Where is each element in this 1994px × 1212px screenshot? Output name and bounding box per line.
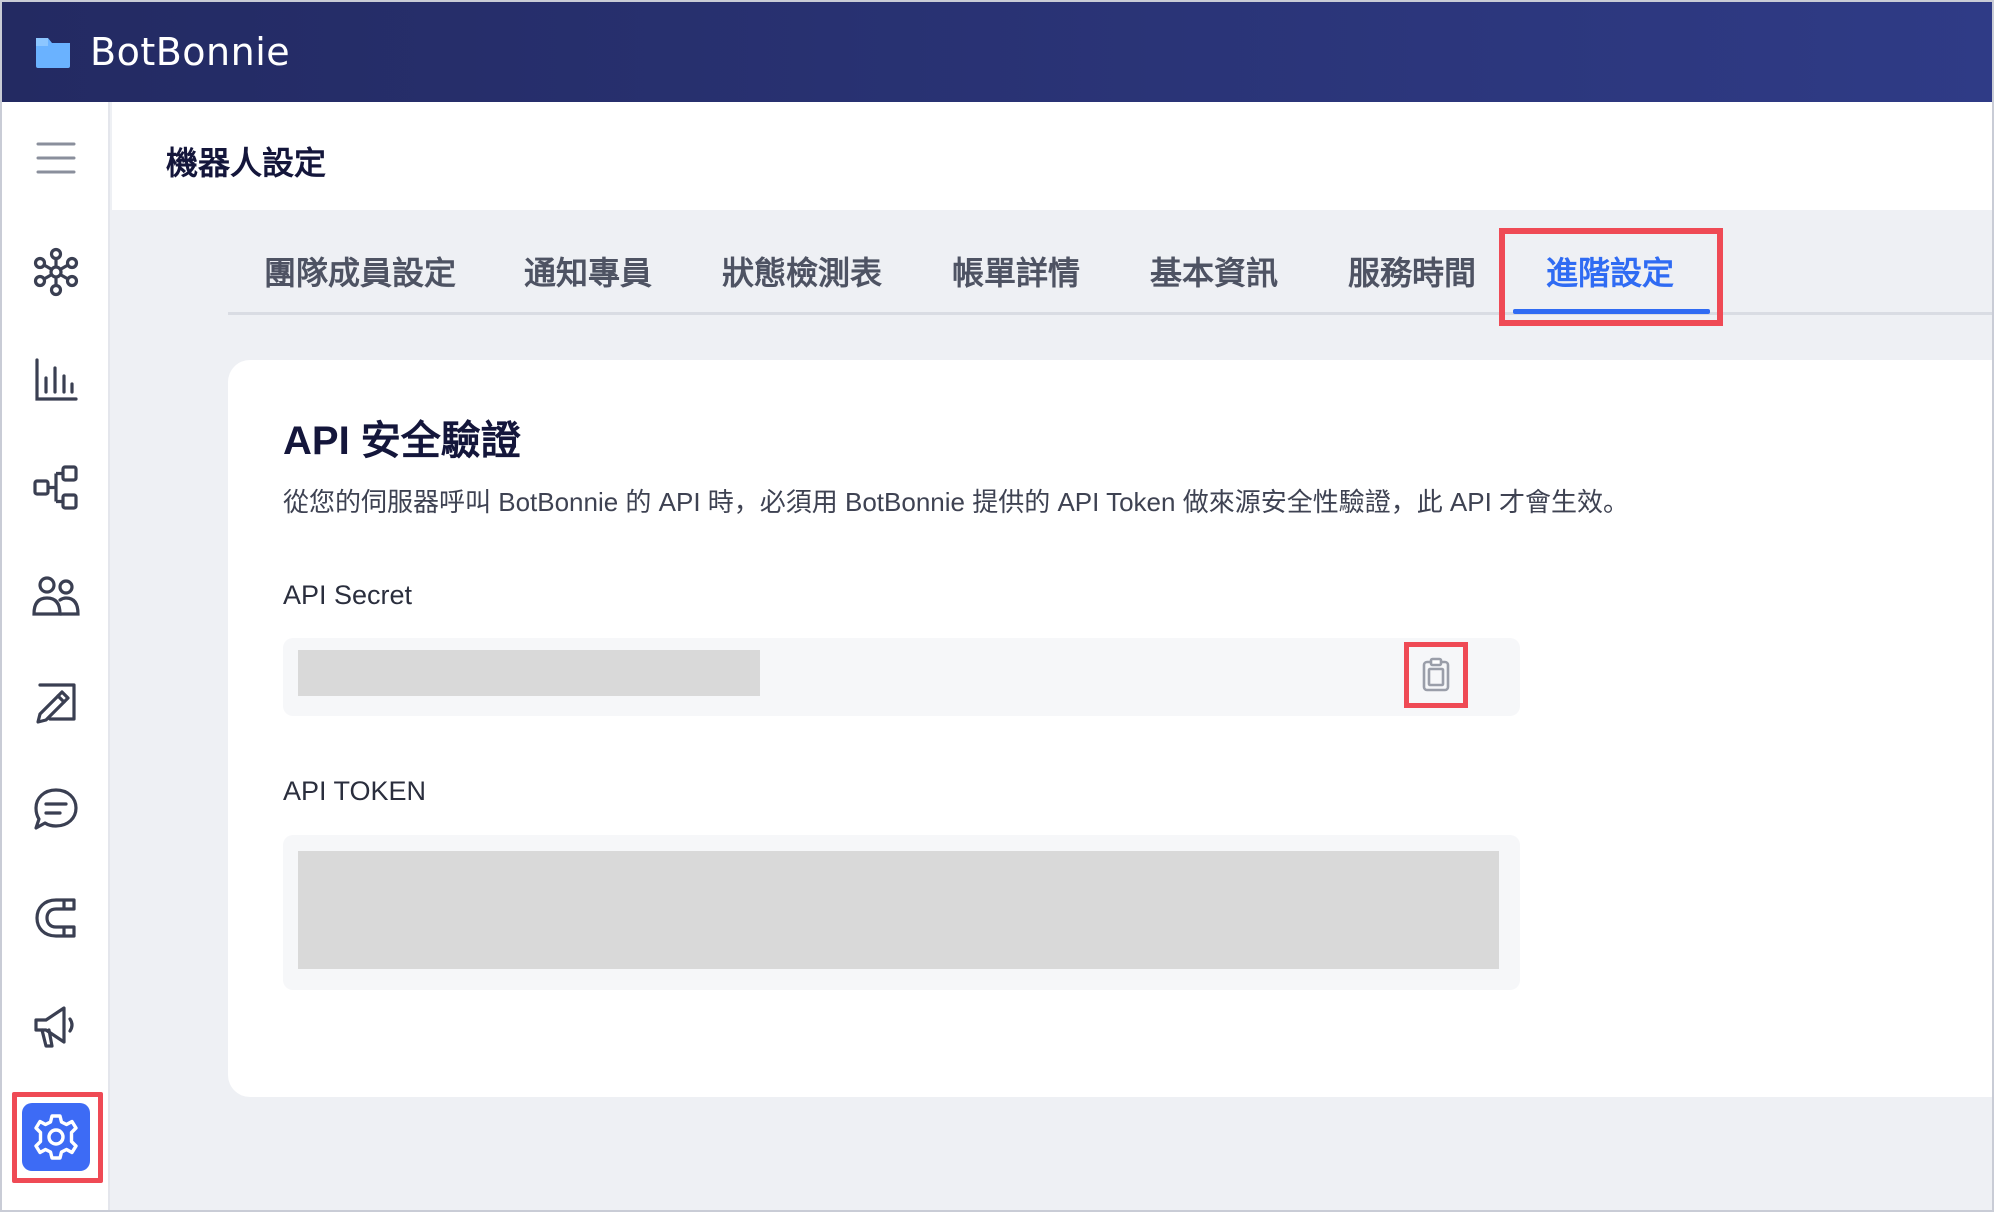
tab-status-check[interactable]: 狀態檢測表	[722, 248, 882, 294]
card-title: API 安全驗證	[283, 419, 521, 463]
flow-icon[interactable]	[22, 454, 90, 522]
users-icon[interactable]	[22, 562, 90, 630]
tab-billing[interactable]: 帳單詳情	[952, 248, 1080, 294]
api-token-field[interactable]	[283, 835, 1520, 990]
settings-tabs: 團隊成員設定 通知專員 狀態檢測表 帳單詳情 基本資訊 服務時間 進階設定	[228, 210, 1992, 326]
bar-chart-icon[interactable]	[22, 346, 90, 414]
tab-team-members[interactable]: 團隊成員設定	[264, 248, 456, 294]
tab-basic-info[interactable]: 基本資訊	[1150, 248, 1278, 294]
page-title: 機器人設定	[166, 145, 327, 181]
copy-secret-button[interactable]	[1404, 642, 1468, 708]
api-security-card: API 安全驗證 從您的伺服器呼叫 BotBonnie 的 API 時，必須用 …	[228, 360, 1992, 1097]
top-bar: BotBonnie	[2, 2, 1992, 102]
tab-service-hours[interactable]: 服務時間	[1348, 248, 1476, 294]
card-description: 從您的伺服器呼叫 BotBonnie 的 API 時，必須用 BotBonnie…	[283, 487, 1630, 517]
chat-icon[interactable]	[22, 776, 90, 844]
megaphone-icon[interactable]	[22, 992, 90, 1060]
sidebar	[2, 102, 110, 1210]
api-secret-field[interactable]	[283, 638, 1520, 716]
settings-highlight	[12, 1092, 103, 1183]
api-token-value-mask	[298, 851, 1499, 969]
logo-icon	[36, 38, 70, 68]
network-icon[interactable]	[22, 238, 90, 306]
app-window: BotBonnie 機器人設定 團隊成員設定 通知專員 狀態檢測表 帳單詳情 基…	[0, 0, 1994, 1212]
tab-highlight	[1499, 228, 1723, 326]
edit-board-icon[interactable]	[22, 670, 90, 738]
menu-icon[interactable]	[22, 124, 90, 192]
brand-name: BotBonnie	[90, 30, 291, 74]
clipboard-icon	[1422, 657, 1450, 692]
magnet-icon[interactable]	[22, 884, 90, 952]
api-secret-label: API Secret	[283, 580, 413, 610]
api-secret-value-mask	[298, 650, 760, 696]
page-header: 機器人設定	[112, 102, 1992, 210]
api-token-label: API TOKEN	[283, 776, 427, 806]
tab-notify-agent[interactable]: 通知專員	[524, 248, 652, 294]
